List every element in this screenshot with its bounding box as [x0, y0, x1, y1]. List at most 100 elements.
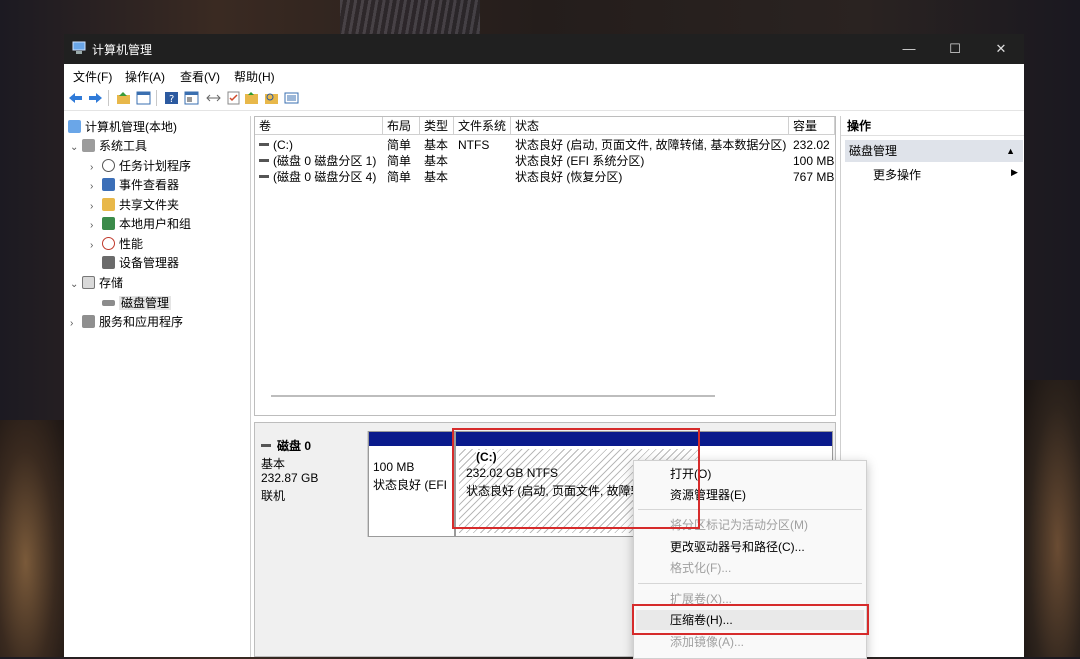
column-header-layout[interactable]: 布局	[383, 117, 420, 135]
capacity-cell: 100 MB	[793, 154, 835, 168]
maximize-button[interactable]: ☐	[932, 34, 978, 64]
up-folder-icon[interactable]	[116, 91, 131, 105]
users-icon	[102, 217, 115, 230]
tools-icon	[82, 139, 95, 152]
actions-header: 操作	[841, 116, 1024, 136]
column-header-capacity[interactable]: 容量	[789, 117, 835, 135]
disk-state: 联机	[261, 489, 286, 503]
menu-separator	[638, 583, 862, 584]
column-header-type[interactable]: 类型	[420, 117, 454, 135]
disk-icon	[261, 444, 271, 447]
tree-item-disk-management[interactable]: 磁盘管理	[102, 294, 172, 312]
tree-item-local-users[interactable]: › 本地用户和组	[90, 215, 191, 233]
horizontal-scrollbar[interactable]	[271, 395, 715, 397]
disk-0-label[interactable]: 磁盘 0 基本 232.87 GB 联机	[255, 431, 368, 537]
partition-size: 232.02 GB NTFS	[466, 466, 559, 480]
menu-help[interactable]: 帮助(H)	[234, 68, 275, 85]
tree-item-storage[interactable]: ⌄ 存储	[70, 274, 123, 292]
filesystem-cell	[458, 153, 510, 169]
svg-text:?: ?	[169, 94, 174, 105]
partition-bar	[369, 432, 454, 446]
volume-list: 卷 布局 类型 文件系统 状态 容量 (C:) 简单 基本 NTFS 状态良好 …	[254, 116, 836, 416]
chevron-down-icon[interactable]: ⌄	[70, 139, 82, 157]
tree-item-device-manager[interactable]: 设备管理器	[102, 254, 179, 272]
help-icon[interactable]: ?	[164, 91, 179, 105]
chevron-down-icon[interactable]: ⌄	[70, 276, 82, 294]
toolbar: ?	[64, 86, 1024, 111]
disk-name: 磁盘 0	[261, 437, 311, 454]
chevron-right-icon[interactable]: ›	[70, 315, 82, 333]
menu-item-open[interactable]: 打开(O)	[670, 463, 711, 485]
navigation-tree: 计算机管理(本地) ⌄ 系统工具 › 任务计划程序 › 事件查看器 › 共享文件夹 › 本…	[64, 116, 251, 657]
layout-cell: 简单	[387, 170, 412, 184]
type-cell: 基本	[424, 154, 449, 168]
tree-item-task-scheduler[interactable]: › 任务计划程序	[90, 157, 191, 175]
forward-icon[interactable]	[88, 91, 103, 105]
partition-efi[interactable]: 100 MB 状态良好 (EFI	[368, 431, 455, 537]
menu-bar: 文件(F) 操作(A) 查看(V) 帮助(H)	[64, 64, 1024, 86]
menu-item-change-letter[interactable]: 更改驱动器号和路径(C)...	[670, 536, 805, 558]
back-icon[interactable]	[68, 91, 83, 105]
menu-item-shrink[interactable]: 压缩卷(H)...	[670, 609, 733, 631]
status-cell: 状态良好 (启动, 页面文件, 故障转储, 基本数据分区)	[515, 138, 787, 152]
actions-section-disk-management[interactable]: 磁盘管理 ▲	[845, 140, 1023, 162]
menu-item-mark-active[interactable]: 将分区标记为活动分区(M)	[670, 514, 808, 536]
volume-icon	[259, 159, 269, 162]
volume-icon	[259, 143, 269, 146]
chevron-right-icon[interactable]: ›	[90, 217, 102, 235]
layout-cell: 简单	[387, 154, 412, 168]
checklist-icon[interactable]	[226, 91, 241, 105]
chevron-right-icon[interactable]: ›	[90, 237, 102, 255]
tree-item-shared-folders[interactable]: › 共享文件夹	[90, 196, 179, 214]
menu-item-explorer[interactable]: 资源管理器(E)	[670, 484, 746, 506]
tree-item-performance[interactable]: › 性能	[90, 235, 143, 253]
menu-item-add-mirror[interactable]: 添加镜像(A)...	[670, 631, 744, 653]
volume-icon	[259, 175, 269, 178]
tree-item-event-viewer[interactable]: › 事件查看器	[90, 176, 179, 194]
title-bar: 计算机管理 — ☐ ✕	[64, 34, 1024, 64]
shared-folder-icon	[102, 198, 115, 211]
capacity-cell: 232.02	[793, 138, 830, 152]
window-title: 计算机管理	[92, 43, 153, 57]
column-header-status[interactable]: 状态	[511, 117, 789, 135]
list-icon[interactable]	[284, 91, 299, 105]
wallpaper-decoration	[340, 0, 480, 34]
tree-item-services-apps[interactable]: › 服务和应用程序	[70, 313, 183, 331]
rescan-icon[interactable]	[244, 91, 259, 105]
chevron-right-icon[interactable]: ›	[90, 178, 102, 196]
filesystem-cell: NTFS	[458, 138, 490, 152]
menu-item-extend[interactable]: 扩展卷(X)...	[670, 588, 732, 610]
submenu-arrow-icon: ▶	[1011, 167, 1018, 177]
column-header-volume[interactable]: 卷	[255, 117, 383, 135]
properties-icon[interactable]	[184, 91, 199, 105]
chevron-right-icon[interactable]: ›	[90, 159, 102, 177]
filesystem-cell	[458, 169, 510, 185]
more-actions[interactable]: 更多操作	[873, 166, 921, 183]
close-button[interactable]: ✕	[978, 34, 1024, 64]
disk-size: 232.87 GB	[261, 471, 319, 485]
actions-pane: 操作 磁盘管理 ▲ 更多操作 ▶	[840, 116, 1024, 657]
event-viewer-icon	[102, 178, 115, 191]
toolbar-separator	[156, 90, 157, 106]
partition-status: 状态良好 (启动, 页面文件, 故障转	[466, 484, 643, 498]
device-manager-icon	[102, 256, 115, 269]
tree-item-root[interactable]: 计算机管理(本地)	[68, 118, 177, 136]
type-cell: 基本	[424, 138, 449, 152]
toolbar-separator	[108, 90, 109, 106]
disk-type: 基本	[261, 457, 286, 471]
connect-icon[interactable]	[206, 91, 221, 105]
minimize-button[interactable]: —	[886, 34, 932, 64]
clock-icon	[102, 159, 115, 172]
volume-cell: (C:)	[259, 137, 381, 153]
menu-action[interactable]: 操作(A)	[125, 68, 165, 85]
collapse-icon[interactable]: ▲	[1006, 140, 1015, 162]
menu-separator	[638, 509, 862, 510]
column-header-filesystem[interactable]: 文件系统	[454, 117, 511, 135]
menu-file[interactable]: 文件(F)	[73, 68, 112, 85]
search-icon[interactable]	[264, 91, 279, 105]
menu-item-format[interactable]: 格式化(F)...	[670, 557, 731, 579]
tree-item-system-tools[interactable]: ⌄ 系统工具	[70, 137, 147, 155]
show-hide-tree-icon[interactable]	[136, 91, 151, 105]
menu-view[interactable]: 查看(V)	[180, 68, 220, 85]
chevron-right-icon[interactable]: ›	[90, 198, 102, 216]
